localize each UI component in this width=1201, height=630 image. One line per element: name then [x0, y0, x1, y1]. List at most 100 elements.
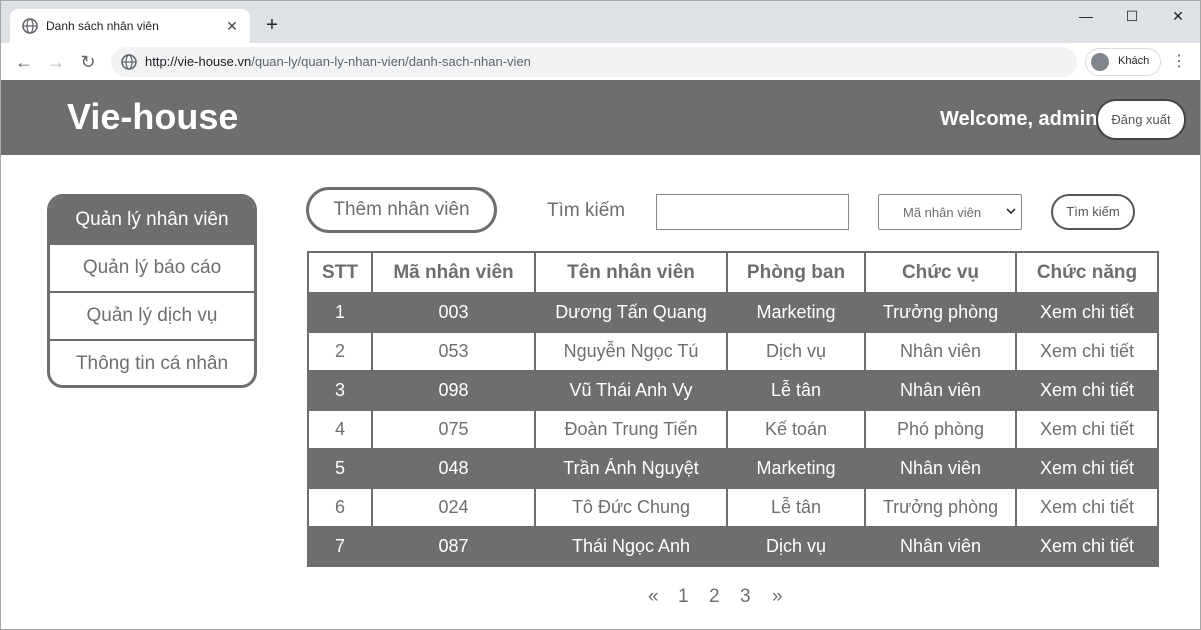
column-header: Phòng ban: [726, 251, 866, 294]
table-cell: Trưởng phòng: [864, 487, 1017, 528]
table-cell: 024: [371, 487, 536, 528]
column-header: Chức năng: [1015, 251, 1159, 294]
table-cell: 098: [371, 370, 536, 411]
profile-button[interactable]: Khách: [1085, 48, 1161, 76]
brand-logo[interactable]: Vie-house: [67, 96, 238, 138]
table-cell: Đoàn Trung Tiến: [534, 409, 728, 450]
search-label: Tìm kiếm: [547, 200, 626, 221]
table-row: 2 053 Nguyễn Ngọc Tú Dịch vụ Nhân viên X…: [307, 331, 1159, 372]
minimize-button[interactable]: —: [1063, 5, 1109, 29]
globe-icon: [22, 18, 38, 34]
view-detail-link[interactable]: Xem chi tiết: [1015, 448, 1159, 489]
view-detail-link[interactable]: Xem chi tiết: [1015, 409, 1159, 450]
url-text: http://vie-house.vn/quan-ly/quan-ly-nhan…: [145, 54, 531, 69]
welcome-text: Welcome, admin: [940, 108, 1098, 130]
table-cell: Dịch vụ: [726, 331, 866, 372]
table-cell: 003: [371, 292, 536, 333]
table-cell: 6: [307, 487, 373, 528]
table-cell: Dịch vụ: [726, 526, 866, 567]
view-detail-link[interactable]: Xem chi tiết: [1015, 526, 1159, 567]
search-input[interactable]: [656, 194, 849, 230]
table-cell: 087: [371, 526, 536, 567]
close-tab-icon[interactable]: ✕: [224, 18, 240, 34]
tab-title: Danh sách nhân viên: [46, 19, 159, 33]
table-cell: 048: [371, 448, 536, 489]
pagination-page-3[interactable]: 3: [740, 586, 751, 608]
table-cell: Dương Tấn Quang: [534, 292, 728, 333]
sidebar-item-reports[interactable]: Quản lý báo cáo: [50, 245, 254, 293]
add-employee-button[interactable]: Thêm nhân viên: [306, 187, 497, 233]
reload-button[interactable]: ↻: [75, 49, 101, 75]
table-cell: Lễ tân: [726, 370, 866, 411]
table-cell: Vũ Thái Anh Vy: [534, 370, 728, 411]
table-cell: 3: [307, 370, 373, 411]
browser-chrome: Danh sách nhân viên ✕ + — ☐ ✕ ← → ↻ http…: [0, 0, 1201, 81]
table-cell: 075: [371, 409, 536, 450]
url-path: /quan-ly/quan-ly-nhan-vien/danh-sach-nha…: [251, 54, 531, 69]
employee-table: STT Mã nhân viên Tên nhân viên Phòng ban…: [307, 251, 1159, 567]
table-cell: Nhân viên: [864, 370, 1017, 411]
column-header: Mã nhân viên: [371, 251, 536, 294]
column-header: STT: [307, 251, 373, 294]
sidebar-item-profile[interactable]: Thông tin cá nhân: [50, 341, 254, 385]
view-detail-link[interactable]: Xem chi tiết: [1015, 292, 1159, 333]
sidebar-item-employees[interactable]: Quản lý nhân viên: [50, 197, 254, 245]
table-cell: 4: [307, 409, 373, 450]
table-cell: Kế toán: [726, 409, 866, 450]
table-row: 4 075 Đoàn Trung Tiến Kế toán Phó phòng …: [307, 409, 1159, 450]
globe-icon: [121, 54, 137, 70]
new-tab-button[interactable]: +: [261, 14, 283, 36]
avatar-icon: [1091, 53, 1109, 71]
tab-strip: Danh sách nhân viên ✕ + — ☐ ✕: [1, 1, 1200, 43]
maximize-button[interactable]: ☐: [1109, 5, 1155, 29]
table-cell: 053: [371, 331, 536, 372]
table-cell: Phó phòng: [864, 409, 1017, 450]
site-header: Vie-house Welcome, admin Đăng xuất: [1, 80, 1200, 155]
close-window-button[interactable]: ✕: [1155, 5, 1201, 29]
table-cell: 2: [307, 331, 373, 372]
table-cell: 1: [307, 292, 373, 333]
sidebar-item-services[interactable]: Quản lý dịch vụ: [50, 293, 254, 341]
table-cell: Nhân viên: [864, 526, 1017, 567]
table-cell: Thái Ngọc Anh: [534, 526, 728, 567]
table-cell: 7: [307, 526, 373, 567]
pagination-page-1[interactable]: 1: [678, 586, 689, 608]
address-bar[interactable]: http://vie-house.vn/quan-ly/quan-ly-nhan…: [111, 47, 1077, 77]
browser-toolbar: ← → ↻ http://vie-house.vn/quan-ly/quan-l…: [1, 43, 1200, 81]
table-cell: Trưởng phòng: [864, 292, 1017, 333]
search-button[interactable]: Tìm kiếm: [1051, 194, 1135, 230]
table-row: 6 024 Tô Đức Chung Lễ tân Trưởng phòng X…: [307, 487, 1159, 528]
more-menu-icon[interactable]: ⋮: [1169, 49, 1189, 75]
column-header: Chức vụ: [864, 251, 1017, 294]
view-detail-link[interactable]: Xem chi tiết: [1015, 370, 1159, 411]
view-detail-link[interactable]: Xem chi tiết: [1015, 487, 1159, 528]
pagination-next[interactable]: »: [772, 586, 783, 608]
page-content: Vie-house Welcome, admin Đăng xuất Quản …: [0, 80, 1201, 630]
url-host: http://vie-house.vn: [145, 54, 252, 69]
profile-label: Khách: [1118, 55, 1150, 67]
table-cell: 5: [307, 448, 373, 489]
chevron-down-icon: [1006, 208, 1016, 215]
sidebar-menu: Quản lý nhân viên Quản lý báo cáo Quản l…: [47, 194, 257, 388]
table-cell: Marketing: [726, 448, 866, 489]
back-button[interactable]: ←: [11, 49, 37, 75]
view-detail-link[interactable]: Xem chi tiết: [1015, 331, 1159, 372]
browser-tab[interactable]: Danh sách nhân viên ✕: [10, 9, 250, 43]
table-cell: Nhân viên: [864, 331, 1017, 372]
table-header-row: STT Mã nhân viên Tên nhân viên Phòng ban…: [307, 251, 1159, 294]
table-cell: Trần Ánh Nguyệt: [534, 448, 728, 489]
logout-button[interactable]: Đăng xuất: [1096, 99, 1186, 140]
forward-button[interactable]: →: [43, 49, 69, 75]
table-row: 3 098 Vũ Thái Anh Vy Lễ tân Nhân viên Xe…: [307, 370, 1159, 411]
search-filter-select[interactable]: Mã nhân viên: [878, 194, 1022, 230]
pagination-prev[interactable]: «: [648, 586, 659, 608]
column-header: Tên nhân viên: [534, 251, 728, 294]
table-cell: Tô Đức Chung: [534, 487, 728, 528]
filter-selected-value: Mã nhân viên: [903, 205, 982, 220]
table-cell: Nguyễn Ngọc Tú: [534, 331, 728, 372]
table-cell: Nhân viên: [864, 448, 1017, 489]
table-cell: Marketing: [726, 292, 866, 333]
table-row: 1 003 Dương Tấn Quang Marketing Trưởng p…: [307, 292, 1159, 333]
table-row: 5 048 Trần Ánh Nguyệt Marketing Nhân viê…: [307, 448, 1159, 489]
pagination-page-2[interactable]: 2: [709, 586, 720, 608]
